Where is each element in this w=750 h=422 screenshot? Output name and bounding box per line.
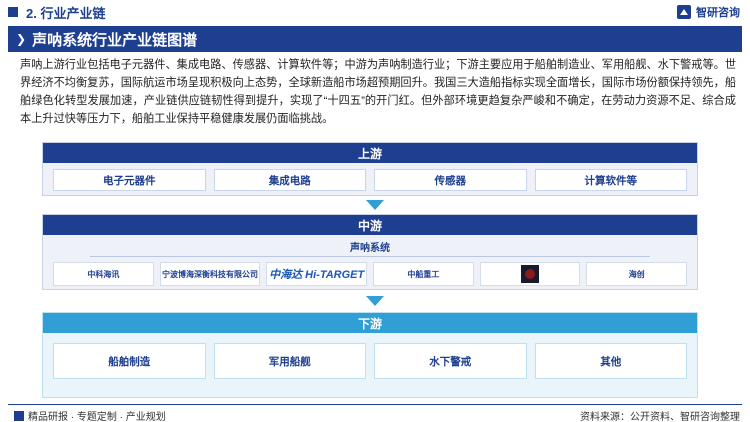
upstream-item: 电子元器件 xyxy=(53,169,206,191)
downstream-item: 船舶制造 xyxy=(53,343,206,379)
company-logo xyxy=(479,262,581,286)
brand: 智研咨询 xyxy=(676,4,740,20)
top-bar: 2. 行业产业链 xyxy=(0,0,750,24)
company-logo: 中海达 Hi-TARGET xyxy=(266,262,368,286)
chevron-right-icon: ❯ xyxy=(16,32,27,46)
midstream-panel: 中游 声呐系统 中科海讯 宁波博海深衡科技有限公司 中海达 Hi-TARGET … xyxy=(42,214,698,290)
footer-divider xyxy=(8,404,742,405)
brand-logo-icon xyxy=(677,5,691,19)
footer-marker-icon xyxy=(14,410,24,421)
downstream-panel: 下游 船舶制造 军用船舰 水下警戒 其他 xyxy=(42,312,698,398)
upstream-panel: 上游 电子元器件 集成电路 传感器 计算软件等 xyxy=(42,142,698,196)
upstream-item: 集成电路 xyxy=(213,169,366,191)
company-logo: 宁波博海深衡科技有限公司 xyxy=(159,262,261,286)
upstream-header: 上游 xyxy=(43,143,697,163)
downstream-header: 下游 xyxy=(43,313,697,333)
arrow-down-icon xyxy=(366,296,384,306)
section-title: 2. 行业产业链 xyxy=(26,5,106,21)
page-title: 声呐系统行业产业链图谱 xyxy=(32,31,198,49)
company-logos: 中科海讯 宁波博海深衡科技有限公司 中海达 Hi-TARGET 中船重工 海创 xyxy=(43,257,697,291)
title-band: ❯ 声呐系统行业产业链图谱 xyxy=(8,26,742,52)
emblem-icon xyxy=(521,265,540,283)
intro-paragraph: 声呐上游行业包括电子元器件、集成电路、传感器、计算软件等；中游为声呐制造行业；下… xyxy=(20,59,737,125)
arrow-down-icon xyxy=(366,200,384,210)
midstream-subtitle: 声呐系统 xyxy=(350,243,390,254)
footer-left: 精品研报 · 专题定制 · 产业规划 xyxy=(14,408,166,422)
upstream-item: 传感器 xyxy=(374,169,527,191)
downstream-item: 其他 xyxy=(534,343,687,379)
upstream-items: 电子元器件 集成电路 传感器 计算软件等 xyxy=(43,163,697,197)
upstream-item: 计算软件等 xyxy=(534,169,687,191)
footer-source: 资料来源：公开资料、智研咨询整理 xyxy=(580,412,740,422)
footer-slogan: 精品研报 · 专题定制 · 产业规划 xyxy=(28,412,166,422)
downstream-items: 船舶制造 军用船舰 水下警戒 其他 xyxy=(43,333,697,389)
downstream-item: 水下警戒 xyxy=(374,343,527,379)
midstream-header: 中游 xyxy=(43,215,697,235)
brand-name: 智研咨询 xyxy=(696,7,740,19)
section-marker-icon xyxy=(8,7,18,17)
downstream-item: 军用船舰 xyxy=(213,343,366,379)
company-logo: 海创 xyxy=(586,262,688,286)
company-logo: 中科海讯 xyxy=(53,262,154,286)
company-logo: 中船重工 xyxy=(373,262,474,286)
